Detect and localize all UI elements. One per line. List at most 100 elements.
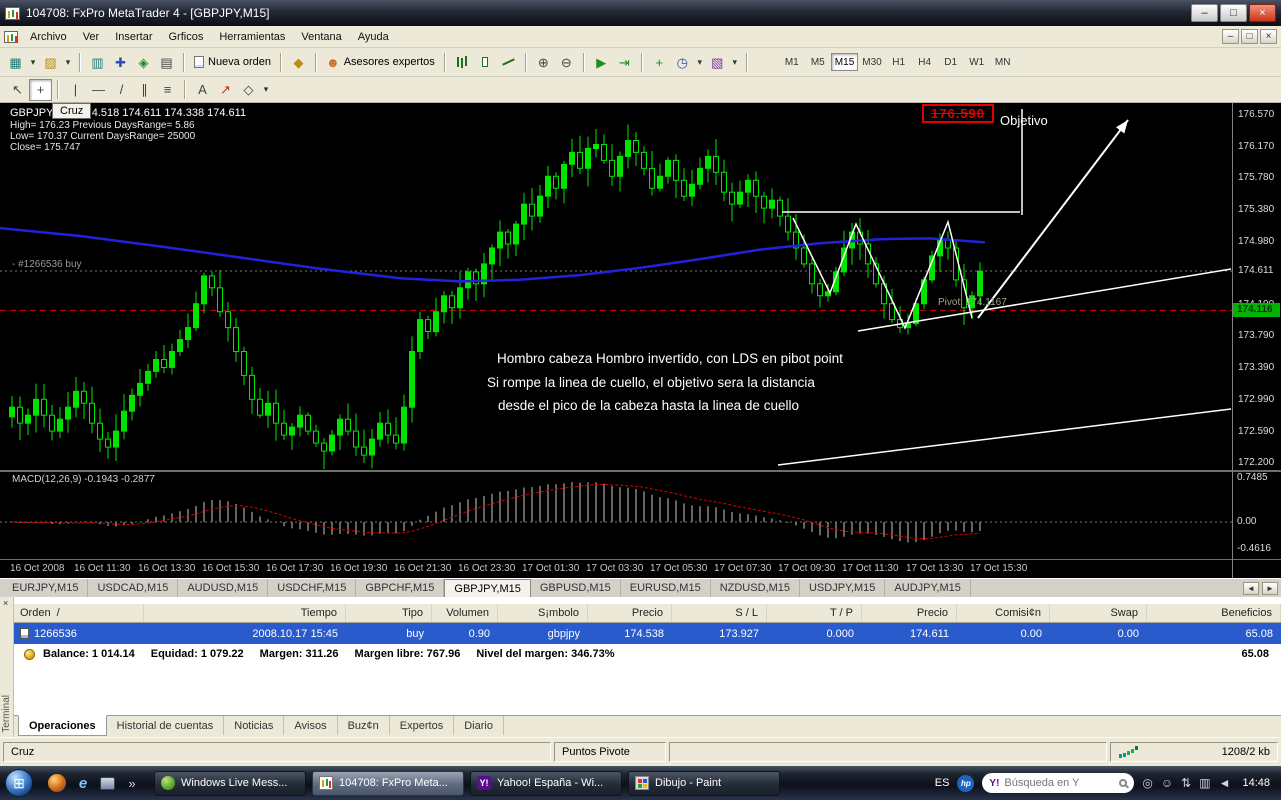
auto-scroll-button[interactable]: ▶ [590, 51, 613, 73]
terminal-tab-noticias[interactable]: Noticias [224, 716, 284, 735]
periods-button[interactable]: ◷ [671, 51, 694, 73]
profiles-button[interactable]: ▨ [39, 51, 62, 73]
start-button[interactable]: ⊞ [5, 769, 33, 797]
timeframe-h4[interactable]: H4 [912, 53, 938, 71]
data-window-button[interactable]: ✚ [109, 51, 132, 73]
templates-dropdown[interactable]: ▾ [729, 51, 741, 73]
chart-tab-nzdusd-m15[interactable]: NZDUSD,M15 [711, 579, 800, 597]
menu-archivo[interactable]: Archivo [22, 29, 75, 45]
column-precio[interactable]: Precio [862, 604, 957, 622]
candlestick-chart-button[interactable] [474, 51, 497, 73]
expert-advisors-button[interactable]: ☻ Asesores expertos [322, 51, 439, 73]
column-beneficios[interactable]: Beneficios [1147, 604, 1281, 622]
timeframe-w1[interactable]: W1 [964, 53, 990, 71]
menu-herramientas[interactable]: Herramientas [211, 29, 293, 45]
volume-tray-icon[interactable]: ◄ [1219, 776, 1231, 790]
column-s-l[interactable]: S / L [672, 604, 767, 622]
price-chart[interactable] [0, 103, 1232, 470]
market-watch-button[interactable]: ▥ [86, 51, 109, 73]
new-chart-button[interactable]: ▦ [4, 51, 27, 73]
clock[interactable]: 14:48 [1242, 777, 1270, 789]
chart-tab-gbpchf-m15[interactable]: GBPCHF,M15 [356, 579, 444, 597]
time-axis[interactable]: 16 Oct 200816 Oct 11:3016 Oct 13:3016 Oc… [0, 560, 1232, 578]
user-tray-icon[interactable]: ☺ [1161, 776, 1173, 790]
vertical-line-tool-button[interactable]: | [64, 79, 87, 101]
taskbar-button-mt4[interactable]: 104708: FxPro Meta... [312, 771, 464, 796]
tab-scroll-left-icon[interactable]: ◄ [1243, 582, 1259, 595]
horizontal-line-tool-button[interactable]: — [87, 79, 110, 101]
column-s-mbolo[interactable]: S¡mbolo [498, 604, 588, 622]
chart-tab-audusd-m15[interactable]: AUDUSD,M15 [178, 579, 268, 597]
terminal-tab-expertos[interactable]: Expertos [390, 716, 454, 735]
column-precio[interactable]: Precio [588, 604, 672, 622]
column-orden[interactable]: Orden / [14, 604, 144, 622]
search-icon[interactable] [1119, 779, 1127, 787]
tab-scroll-right-icon[interactable]: ► [1262, 582, 1278, 595]
timeframe-m30[interactable]: M30 [858, 53, 885, 71]
navigator-button[interactable]: ◈ [132, 51, 155, 73]
mdi-close-button[interactable]: × [1260, 29, 1277, 44]
zoom-in-button[interactable]: ⊕ [532, 51, 555, 73]
metaeditor-button[interactable]: ◆ [287, 51, 310, 73]
media-player-icon[interactable] [48, 774, 66, 792]
search-input[interactable] [1004, 777, 1114, 789]
new-order-button[interactable]: Nueva orden [190, 51, 275, 73]
column-tiempo[interactable]: Tiempo [144, 604, 346, 622]
chart-tab-eurusd-m15[interactable]: EURUSD,M15 [621, 579, 711, 597]
profiles-dropdown[interactable]: ▾ [62, 51, 74, 73]
periods-dropdown[interactable]: ▾ [694, 51, 706, 73]
target-price-box[interactable]: 176.590 [922, 104, 994, 123]
show-desktop-icon[interactable] [100, 777, 115, 790]
chart-tab-gbpjpy-m15[interactable]: GBPJPY,M15 [444, 579, 530, 597]
channel-tool-button[interactable]: ∥ [133, 79, 156, 101]
column-volumen[interactable]: Volumen [432, 604, 498, 622]
new-chart-dropdown[interactable]: ▾ [27, 51, 39, 73]
text-tool-button[interactable]: A [191, 79, 214, 101]
quicklaunch-overflow-icon[interactable]: » [123, 774, 141, 792]
arrow-tool-button[interactable]: ↗ [214, 79, 237, 101]
shapes-tool-button[interactable]: ◇ [237, 79, 260, 101]
cursor-tool-button[interactable]: ↖ [6, 79, 29, 101]
network-tray-icon[interactable]: ◎ [1142, 776, 1152, 790]
fibonacci-tool-button[interactable]: ≡ [156, 79, 179, 101]
chart-tab-gbpusd-m15[interactable]: GBPUSD,M15 [531, 579, 621, 597]
updates-tray-icon[interactable]: ⇅ [1181, 776, 1191, 790]
crosshair-tool-button[interactable]: + [29, 79, 52, 101]
price-scale[interactable]: 176.570176.170175.780175.380174.980174.6… [1232, 103, 1281, 578]
line-chart-button[interactable] [497, 51, 520, 73]
chart-tab-usdjpy-m15[interactable]: USDJPY,M15 [800, 579, 885, 597]
terminal-panel-button[interactable]: ▤ [155, 51, 178, 73]
column-swap[interactable]: Swap [1050, 604, 1147, 622]
menu-insertar[interactable]: Insertar [107, 29, 160, 45]
close-button[interactable]: × [1249, 4, 1276, 22]
shapes-dropdown[interactable]: ▾ [260, 79, 272, 101]
timeframe-m1[interactable]: M1 [779, 53, 805, 71]
chart-system-menu-icon[interactable] [4, 31, 18, 43]
display-tray-icon[interactable]: ▥ [1199, 776, 1210, 790]
chart-shift-button[interactable]: ⇥ [613, 51, 636, 73]
timeframe-m5[interactable]: M5 [805, 53, 831, 71]
terminal-close-icon[interactable]: × [3, 598, 8, 608]
language-indicator[interactable]: ES [935, 777, 950, 789]
hp-icon[interactable]: hp [957, 775, 974, 792]
timeframe-mn[interactable]: MN [990, 53, 1016, 71]
column-t-p[interactable]: T / P [767, 604, 862, 622]
column-tipo[interactable]: Tipo [346, 604, 432, 622]
terminal-tab-historial-de-cuentas[interactable]: Historial de cuentas [107, 716, 225, 735]
indicators-button[interactable]: + [648, 51, 671, 73]
terminal-tab-operaciones[interactable]: Operaciones [18, 715, 107, 736]
timeframe-h1[interactable]: H1 [886, 53, 912, 71]
menu-ventana[interactable]: Ventana [293, 29, 349, 45]
panel-separator[interactable] [0, 470, 1281, 472]
mdi-restore-button[interactable]: □ [1241, 29, 1258, 44]
bar-chart-button[interactable] [451, 51, 474, 73]
menu-ver[interactable]: Ver [75, 29, 108, 45]
minimize-button[interactable]: – [1191, 4, 1218, 22]
internet-explorer-icon[interactable]: e [74, 774, 92, 792]
taskbar-button-paint[interactable]: Dibujo - Paint [628, 771, 780, 796]
chart-tab-eurjpy-m15[interactable]: EURJPY,M15 [3, 579, 88, 597]
terminal-tab-buz-n[interactable]: Buz¢n [338, 716, 390, 735]
column-comisi-n[interactable]: Comisi¢n [957, 604, 1050, 622]
menu-grficos[interactable]: Grficos [161, 29, 212, 45]
timeframe-m15[interactable]: M15 [831, 53, 858, 71]
